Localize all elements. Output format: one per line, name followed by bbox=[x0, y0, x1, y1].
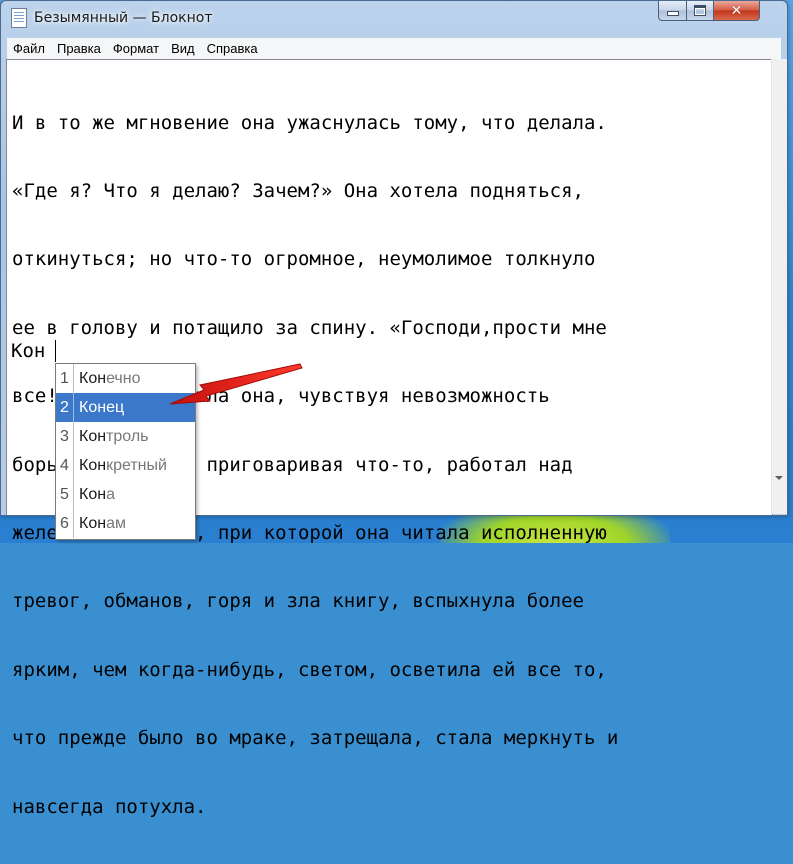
notepad-icon[interactable] bbox=[11, 8, 27, 28]
menu-view[interactable]: Вид bbox=[165, 38, 201, 59]
text-line: тревог, обманов, горя и зла книгу, вспых… bbox=[12, 590, 584, 613]
suggestion-prefix: Кон bbox=[79, 456, 107, 474]
suggestion-rest: троль bbox=[106, 427, 149, 445]
suggestion-prefix: Кон bbox=[79, 369, 107, 387]
text-line: что прежде было во мраке, затрещала, ста… bbox=[12, 727, 619, 750]
minimize-button[interactable] bbox=[658, 1, 687, 21]
text-line: ее в голову и потащило за спину. «Господ… bbox=[12, 316, 607, 339]
window-title: Безымянный — Блокнот bbox=[34, 10, 213, 26]
suggestion-prefix: Кон bbox=[79, 514, 107, 532]
suggestion-prefix: Кон bbox=[79, 427, 107, 445]
suggestion-rest: кретный bbox=[106, 456, 167, 474]
menu-file[interactable]: Файл bbox=[7, 38, 51, 59]
suggestion-number: 5 bbox=[56, 480, 74, 509]
text-line: ярким, чем когда-нибудь, светом, осветил… bbox=[12, 658, 607, 681]
suggestion-word: Контроль bbox=[74, 428, 149, 446]
suggestion-word: Конец bbox=[74, 399, 124, 417]
suggestion-prefix: Кон bbox=[79, 398, 107, 416]
suggestion-rest: а bbox=[106, 485, 115, 503]
text-line: «Где я? Что я делаю? Зачем?» Она хотела … bbox=[12, 179, 584, 202]
suggestion-rest: ам bbox=[106, 514, 126, 532]
close-button[interactable]: ✕ bbox=[714, 1, 760, 21]
annotation-arrow-icon bbox=[169, 363, 303, 405]
menu-bar: Файл Правка Формат Вид Справка bbox=[7, 38, 781, 60]
text-caret bbox=[55, 340, 56, 362]
suggestion-rest: ец bbox=[106, 398, 125, 416]
text-line: навсегда потухла. bbox=[12, 795, 207, 818]
suggestion-number: 3 bbox=[56, 422, 74, 451]
minimize-icon bbox=[666, 11, 679, 16]
text-line: И в то же мгновение она ужаснулась тому,… bbox=[12, 111, 607, 134]
suggestion-word: Кона bbox=[74, 486, 115, 504]
suggestion-number: 2 bbox=[56, 393, 74, 422]
menu-edit[interactable]: Правка bbox=[51, 38, 107, 59]
suggestion-item[interactable]: 4 Конкретный bbox=[56, 451, 195, 480]
caption-buttons: ✕ bbox=[658, 1, 760, 21]
suggestion-word: Конечно bbox=[74, 370, 141, 388]
suggestion-number: 1 bbox=[56, 364, 74, 393]
title-bar[interactable]: Безымянный — Блокнот ✕ bbox=[1, 1, 787, 37]
suggestion-rest: ечно bbox=[106, 369, 141, 387]
close-icon: ✕ bbox=[730, 2, 743, 19]
suggestion-item[interactable]: 5 Кона bbox=[56, 480, 195, 509]
menu-help[interactable]: Справка bbox=[201, 38, 264, 59]
vertical-scrollbar[interactable] bbox=[771, 59, 787, 514]
maximize-button[interactable] bbox=[687, 1, 714, 21]
maximize-icon bbox=[694, 5, 706, 16]
suggestion-prefix: Кон bbox=[79, 485, 107, 503]
scroll-down-icon[interactable] bbox=[775, 476, 783, 480]
typed-text: Кон bbox=[11, 340, 46, 362]
suggestion-number: 6 bbox=[56, 509, 74, 538]
suggestion-number: 4 bbox=[56, 451, 74, 480]
suggestion-word: Конкретный bbox=[74, 457, 167, 475]
suggestion-item[interactable]: 6 Конам bbox=[56, 509, 195, 538]
text-line: откинуться; но что-то огромное, неумолим… bbox=[12, 248, 596, 271]
suggestion-word: Конам bbox=[74, 515, 126, 533]
suggestion-item[interactable]: 3 Контроль bbox=[56, 422, 195, 451]
menu-format[interactable]: Формат bbox=[107, 38, 165, 59]
